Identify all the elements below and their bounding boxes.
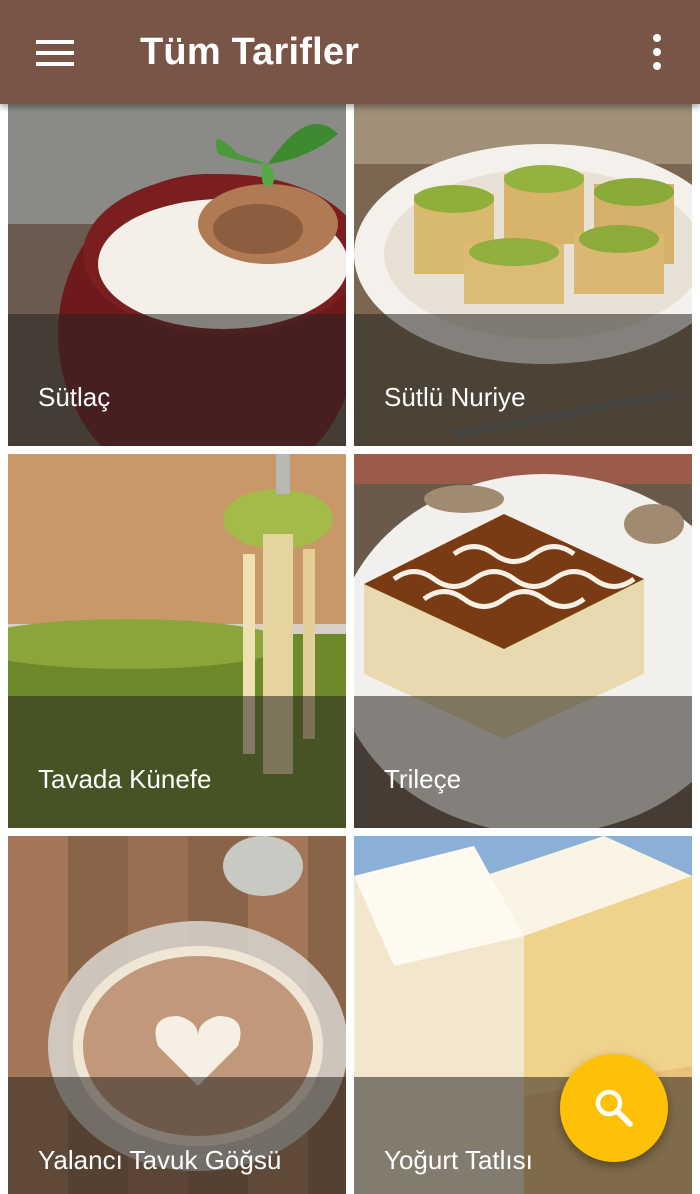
- recipe-card-tavada-kunefe[interactable]: Tavada Künefe: [8, 454, 346, 828]
- search-icon: [595, 1089, 633, 1127]
- card-label-overlay: [8, 1077, 346, 1194]
- more-vert-icon: [653, 34, 661, 70]
- card-label-overlay: [354, 696, 692, 828]
- card-label-overlay: [8, 696, 346, 828]
- recipe-title: Sütlü Nuriye: [384, 382, 526, 412]
- recipe-title: Tavada Künefe: [38, 764, 212, 794]
- recipe-title: Yoğurt Tatlısı: [384, 1145, 533, 1175]
- card-label-overlay: [8, 314, 346, 446]
- search-fab-button[interactable]: [560, 1054, 668, 1162]
- card-label-overlay: [354, 314, 692, 446]
- page-title: Tüm Tarifler: [140, 31, 360, 73]
- menu-button[interactable]: [24, 22, 84, 82]
- recipe-card-sutlac[interactable]: Sütlaç: [8, 104, 346, 446]
- recipe-title: Sütlaç: [38, 382, 111, 412]
- recipe-title: Trileçe: [384, 764, 462, 794]
- app-toolbar: Tüm Tarifler: [0, 0, 700, 104]
- recipe-card-trilece[interactable]: Trileçe: [354, 454, 692, 828]
- recipe-card-yalanci-tavuk-gogsu[interactable]: Yalancı Tavuk Göğsü: [8, 836, 346, 1194]
- app-screen: Tüm Tarifler Sütlaç Sütlü Nuriye Tavada …: [0, 0, 700, 1194]
- recipe-card-sutlu-nuriye[interactable]: Sütlü Nuriye: [354, 104, 692, 446]
- recipe-grid: Sütlaç Sütlü Nuriye Tavada Künefe Trileç…: [0, 104, 700, 1194]
- overflow-menu-button[interactable]: [634, 26, 680, 78]
- hamburger-menu-icon: [36, 40, 74, 66]
- recipe-title: Yalancı Tavuk Göğsü: [38, 1145, 282, 1175]
